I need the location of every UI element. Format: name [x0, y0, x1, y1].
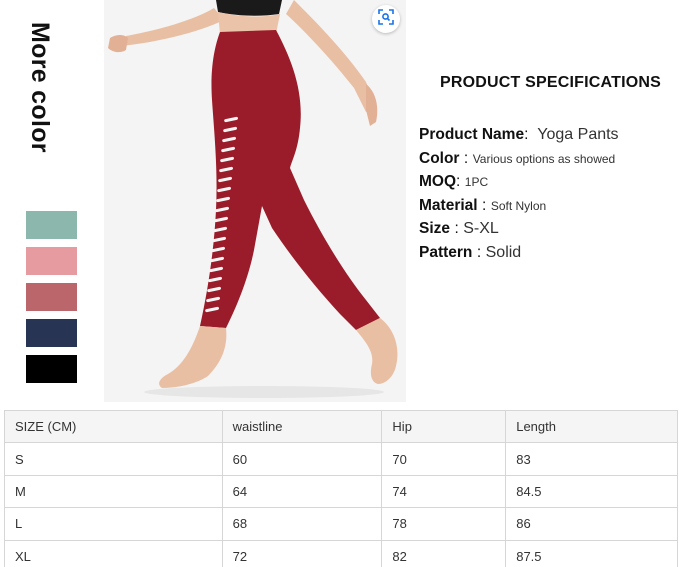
more-color-heading: More color [22, 22, 82, 153]
table-cell: 78 [381, 507, 507, 541]
color-swatch-black[interactable] [26, 355, 77, 383]
spec-separator: : [476, 243, 482, 261]
table-cell: 60 [221, 442, 383, 476]
product-image[interactable] [104, 0, 406, 402]
table-cell: 86 [505, 507, 678, 541]
table-cell: 64 [221, 474, 383, 509]
table-cell: XL [4, 539, 223, 567]
color-swatch-pink[interactable] [26, 247, 77, 275]
spec-row-product-name: Product Name: Yoga Pants [419, 126, 677, 150]
spec-title: PRODUCT SPECIFICATIONS [440, 74, 662, 91]
table-header-cell: waistline [221, 409, 383, 444]
table-cell: 68 [221, 507, 383, 541]
spec-row-material: Material : Soft Nylon [419, 197, 677, 221]
spec-label: Product Name [419, 126, 525, 143]
spec-separator: : [456, 173, 461, 190]
model-illustration [104, 0, 406, 402]
table-row: M 64 74 84.5 [4, 474, 678, 509]
spec-separator: : [463, 149, 469, 167]
table-cell: 72 [221, 539, 383, 567]
size-table: SIZE (CM) waistline Hip Length S 60 70 8… [4, 409, 678, 567]
spec-separator: : [524, 126, 529, 143]
spec-value: 1PC [464, 175, 489, 189]
zoom-button[interactable] [372, 5, 400, 33]
spec-list: Product Name: Yoga Pants Color : Various… [419, 126, 677, 267]
spec-label: Size [419, 220, 451, 237]
spec-value: S-XL [463, 220, 499, 237]
spec-label: Color [419, 149, 460, 167]
table-cell: 74 [381, 474, 507, 509]
spec-row-pattern: Pattern : Solid [419, 244, 677, 268]
table-cell: L [4, 507, 223, 541]
table-row: S 60 70 83 [4, 442, 678, 476]
table-cell: 82 [381, 539, 507, 567]
spec-separator: : [454, 220, 459, 237]
table-header-cell: Hip [381, 409, 507, 444]
table-header-cell: Length [505, 409, 678, 444]
color-swatch-rose[interactable] [26, 283, 77, 311]
color-swatch-list [26, 211, 77, 391]
spec-row-color: Color : Various options as showed [419, 150, 677, 174]
table-header-cell: SIZE (CM) [4, 409, 223, 444]
table-row: XL 72 82 87.5 [4, 539, 678, 567]
table-cell: M [4, 474, 223, 509]
table-cell: S [4, 442, 223, 476]
table-row: L 68 78 86 [4, 507, 678, 541]
table-cell: 87.5 [505, 539, 678, 567]
spec-value: Various options as showed [472, 151, 616, 166]
table-cell: 84.5 [505, 474, 678, 509]
color-swatch-sage[interactable] [26, 211, 77, 239]
spec-row-size: Size : S-XL [419, 220, 677, 244]
spec-value: Solid [485, 243, 522, 261]
spec-label: MOQ [419, 173, 457, 190]
zoom-scan-icon [378, 8, 394, 30]
spec-row-moq: MOQ: 1PC [419, 173, 677, 197]
table-header-row: SIZE (CM) waistline Hip Length [4, 409, 678, 444]
spec-value: Soft Nylon [490, 198, 547, 213]
more-color-text: More color [26, 22, 54, 153]
table-cell: 70 [381, 442, 507, 476]
spec-value: Yoga Pants [537, 126, 619, 143]
product-page: More color PRODUCT SPECIFICATIONS Produc… [0, 0, 679, 567]
spec-label: Material [419, 196, 478, 214]
color-swatch-navy[interactable] [26, 319, 77, 347]
spec-label: Pattern [419, 243, 473, 261]
spec-separator: : [482, 196, 487, 214]
table-cell: 83 [505, 442, 678, 476]
